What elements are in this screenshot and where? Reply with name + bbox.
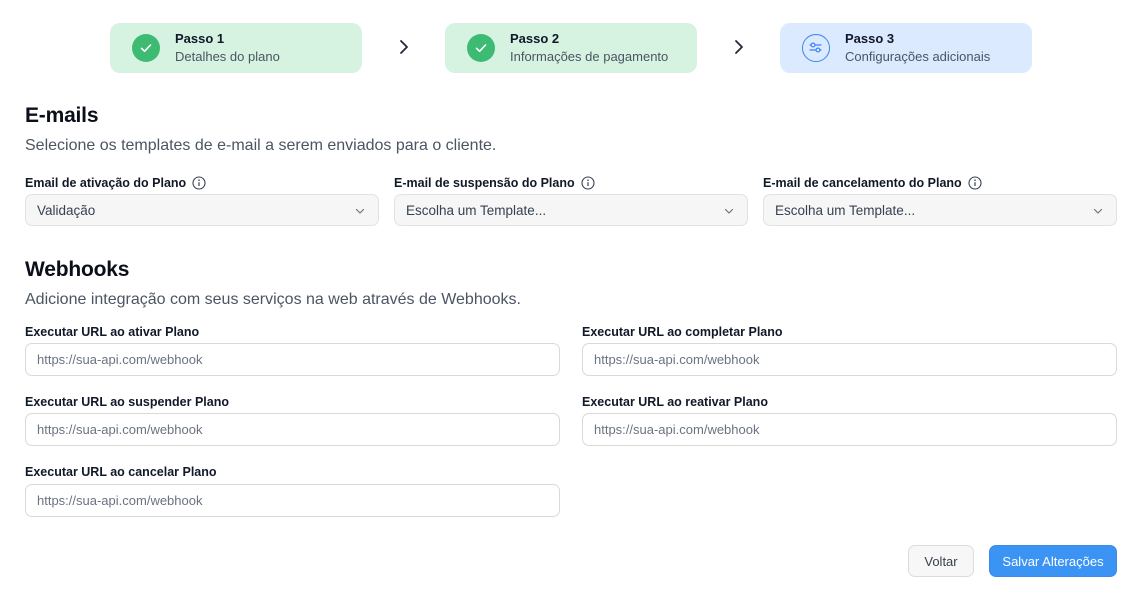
label-text: Email de ativação do Plano [25, 176, 187, 190]
webhook-cancel-input[interactable] [25, 484, 560, 517]
select-value: Validação [37, 203, 96, 218]
label-text: E-mail de suspensão do Plano [394, 176, 575, 190]
webhook-activate-input[interactable] [25, 343, 560, 376]
step-title: Passo 2 [510, 31, 560, 46]
webhook-reactivate-input[interactable] [582, 413, 1117, 446]
step-subtitle: Detalhes do plano [175, 49, 280, 64]
chevron-down-icon [1093, 208, 1103, 214]
webhooks-description: Adicione integração com seus serviços na… [25, 291, 521, 308]
webhooks-title: Webhooks [25, 258, 130, 281]
emails-title: E-mails [25, 104, 99, 127]
sliders-icon [802, 34, 830, 62]
step-1[interactable]: Passo 1 Detalhes do plano [110, 23, 362, 73]
chevron-right-icon [400, 40, 408, 54]
email-activation-label: Email de ativação do Plano [25, 176, 206, 190]
step-title: Passo 3 [845, 31, 895, 46]
info-icon[interactable] [968, 176, 982, 190]
email-cancellation-select[interactable]: Escolha um Template... [763, 194, 1117, 226]
webhook-complete-input[interactable] [582, 343, 1117, 376]
chevron-right-icon [735, 40, 743, 54]
info-icon[interactable] [192, 176, 206, 190]
webhook-suspend-input[interactable] [25, 413, 560, 446]
select-value: Escolha um Template... [406, 203, 547, 218]
label-text: E-mail de cancelamento do Plano [763, 176, 962, 190]
step-2[interactable]: Passo 2 Informações de pagamento [445, 23, 697, 73]
check-icon [467, 34, 495, 62]
step-title: Passo 1 [175, 31, 225, 46]
emails-description: Selecione os templates de e-mail a serem… [25, 137, 497, 154]
webhook-complete-label: Executar URL ao completar Plano [582, 325, 783, 339]
chevron-down-icon [355, 208, 365, 214]
email-cancellation-label: E-mail de cancelamento do Plano [763, 176, 982, 190]
info-icon[interactable] [581, 176, 595, 190]
back-button[interactable]: Voltar [908, 545, 974, 577]
webhook-suspend-label: Executar URL ao suspender Plano [25, 395, 229, 409]
select-value: Escolha um Template... [775, 203, 916, 218]
webhook-reactivate-label: Executar URL ao reativar Plano [582, 395, 768, 409]
email-suspension-select[interactable]: Escolha um Template... [394, 194, 748, 226]
step-subtitle: Configurações adicionais [845, 49, 991, 64]
email-activation-select[interactable]: Validação [25, 194, 379, 226]
webhook-cancel-label: Executar URL ao cancelar Plano [25, 465, 217, 479]
save-button[interactable]: Salvar Alterações [989, 545, 1117, 577]
chevron-down-icon [724, 208, 734, 214]
webhook-activate-label: Executar URL ao ativar Plano [25, 325, 200, 339]
check-icon [132, 34, 160, 62]
step-3[interactable]: Passo 3 Configurações adicionais [780, 23, 1032, 73]
step-subtitle: Informações de pagamento [510, 49, 669, 64]
email-suspension-label: E-mail de suspensão do Plano [394, 176, 595, 190]
